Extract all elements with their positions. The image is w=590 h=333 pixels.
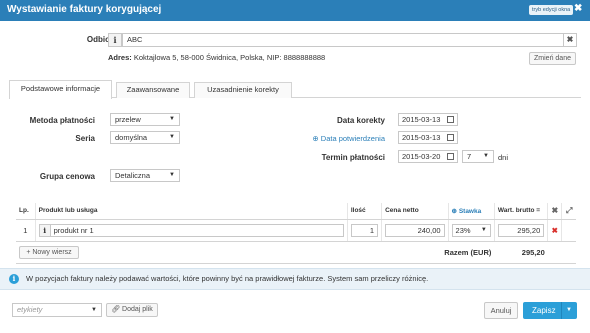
row-spacer [561, 219, 576, 242]
header-gross: Wart. brutto = [494, 203, 549, 220]
cancel-button[interactable]: Anuluj [484, 302, 518, 319]
row-price-cell: 240,00 [381, 219, 449, 242]
chevron-down-icon: ▼ [169, 172, 175, 178]
confirmation-date-label: Data potwierdzenia [320, 134, 385, 143]
add-row-label: Nowy wiersz [32, 248, 72, 256]
info-icon[interactable]: i [38, 223, 51, 237]
header-product: Produkt lub usługa [35, 203, 348, 220]
row-gross-cell: 295,20 [494, 219, 549, 242]
days-unit: dni [498, 153, 509, 162]
row-rate-select[interactable]: 23% ▼ [451, 223, 491, 237]
header-net-price: Cena netto [381, 203, 449, 220]
window-titlebar: Wystawianie faktury korygującej tryb edy… [0, 0, 590, 21]
row-qty-input[interactable]: 1 [350, 223, 379, 237]
table-row: 1 i produkt nr 1 1 240,00 23% ▼ 295,20 ✖ [16, 219, 576, 242]
price-group-label: Grupa cenowa [39, 172, 95, 181]
row-rate-value: 23% [455, 225, 471, 235]
series-value: domyślna [115, 133, 148, 142]
window-title: Wystawianie faktury korygującej [7, 4, 162, 15]
payment-method-label: Metoda płatności [29, 116, 95, 125]
total-label: Razem (EUR) [347, 241, 495, 264]
correction-date-input[interactable]: 2015-03-13 [398, 113, 458, 126]
header-rate-label: Stawka [458, 207, 482, 215]
confirmation-date-input[interactable]: 2015-03-13 [398, 131, 458, 144]
save-button[interactable]: Zapisz ▼ [523, 302, 577, 319]
items-table: Lp. Produkt lub usługa Ilość Cena netto … [16, 203, 576, 264]
table-footer-row: + Nowy wiersz Razem (EUR) 295,20 [16, 241, 576, 264]
row-rate-cell: 23% ▼ [448, 219, 495, 242]
close-icon[interactable]: ✖ [574, 3, 582, 14]
series-label: Seria [75, 134, 95, 143]
confirmation-date-value: 2015-03-13 [402, 133, 441, 142]
chevron-down-icon: ▼ [483, 153, 489, 159]
clear-recipient-icon[interactable]: ✖ [563, 33, 577, 47]
header-lp: Lp. [16, 203, 36, 220]
confirmation-date-link[interactable]: ⊕ Data potwierdzenia [294, 134, 385, 143]
rate-icon: ⊕ [451, 207, 459, 215]
chevron-down-icon: ▼ [169, 116, 175, 122]
row-gross-input[interactable]: 295,20 [497, 223, 545, 237]
row-net-price-input[interactable]: 240,00 [385, 223, 445, 237]
recipient-input[interactable]: ABC [122, 33, 564, 47]
tab-bar: Podstawowe informacje Zaawansowane Uzasa… [9, 80, 581, 99]
header-qty: Ilość [347, 203, 383, 220]
attach-file-label: Dodaj plik [122, 306, 153, 313]
tab-correction-reason[interactable]: Uzasadnienie korekty [194, 82, 292, 98]
payment-term-input[interactable]: 2015-03-20 [398, 150, 458, 163]
correction-date-label: Data korekty [336, 116, 385, 125]
tab-basic-info[interactable]: Podstawowe informacje [9, 80, 112, 99]
payment-term-label: Termin płatności [321, 153, 385, 162]
attach-file-button[interactable]: 🔗︎ Dodaj plik [106, 303, 158, 317]
header-rate[interactable]: ⊕ Stawka [448, 203, 495, 220]
row-product-cell: i produkt nr 1 [35, 219, 348, 242]
address-label: Adres: [108, 53, 132, 62]
tab-advanced[interactable]: Zaawansowane [116, 82, 190, 98]
tags-placeholder: etykiety [17, 305, 43, 314]
payment-days-select[interactable]: 7 ▼ [462, 150, 494, 163]
window-mode-button[interactable]: tryb edycji okna [529, 5, 574, 15]
price-group-value: Detaliczna [115, 171, 151, 180]
clock-icon: ⊕ [312, 134, 319, 143]
paperclip-icon: 🔗︎ [111, 306, 123, 313]
recipient-address-line: Adres: Koktajlowa 5, 58-000 Świdnica, Po… [108, 53, 325, 62]
correction-date-value: 2015-03-13 [402, 115, 441, 124]
delete-all-icon[interactable]: ✖ [547, 203, 563, 220]
add-row-cell: + Nowy wiersz [16, 241, 348, 264]
payment-method-value: przelew [115, 115, 141, 124]
delete-row-icon[interactable]: ✖ [547, 219, 563, 242]
calendar-icon[interactable] [447, 153, 454, 160]
row-qty-cell: 1 [347, 219, 383, 242]
chevron-down-icon: ▼ [169, 134, 175, 140]
row-lp: 1 [16, 219, 36, 242]
total-value: 295,20 [494, 241, 548, 264]
address-value: Koktajlowa 5, 58-000 Świdnica, Polska, N… [133, 53, 326, 62]
change-data-button[interactable]: Zmień dane [529, 52, 576, 65]
add-row-button[interactable]: + Nowy wiersz [19, 245, 79, 259]
info-icon[interactable]: i [108, 33, 122, 47]
tags-select[interactable]: etykiety ▼ [12, 303, 102, 317]
expand-icon[interactable]: ⤢ [561, 203, 576, 220]
chevron-down-icon[interactable]: ▼ [566, 302, 572, 319]
info-icon: i [9, 274, 19, 284]
chevron-down-icon: ▼ [91, 307, 97, 313]
payment-days-value: 7 [467, 152, 472, 161]
save-label: Zapisz [532, 306, 556, 315]
footer-spacer [547, 241, 576, 264]
calendar-icon[interactable] [447, 134, 454, 141]
calendar-icon[interactable] [447, 116, 454, 123]
info-message: W pozycjach faktury należy podawać warto… [26, 274, 429, 283]
info-message-bar: i W pozycjach faktury należy podawać war… [0, 268, 590, 290]
series-select[interactable]: domyślna ▼ [110, 131, 180, 144]
chevron-down-icon: ▼ [480, 226, 487, 233]
split-divider [561, 302, 562, 319]
price-group-select[interactable]: Detaliczna ▼ [110, 169, 180, 182]
payment-method-select[interactable]: przelew ▼ [110, 113, 180, 126]
row-product-input[interactable]: produkt nr 1 [50, 223, 344, 237]
payment-term-value: 2015-03-20 [402, 152, 441, 161]
